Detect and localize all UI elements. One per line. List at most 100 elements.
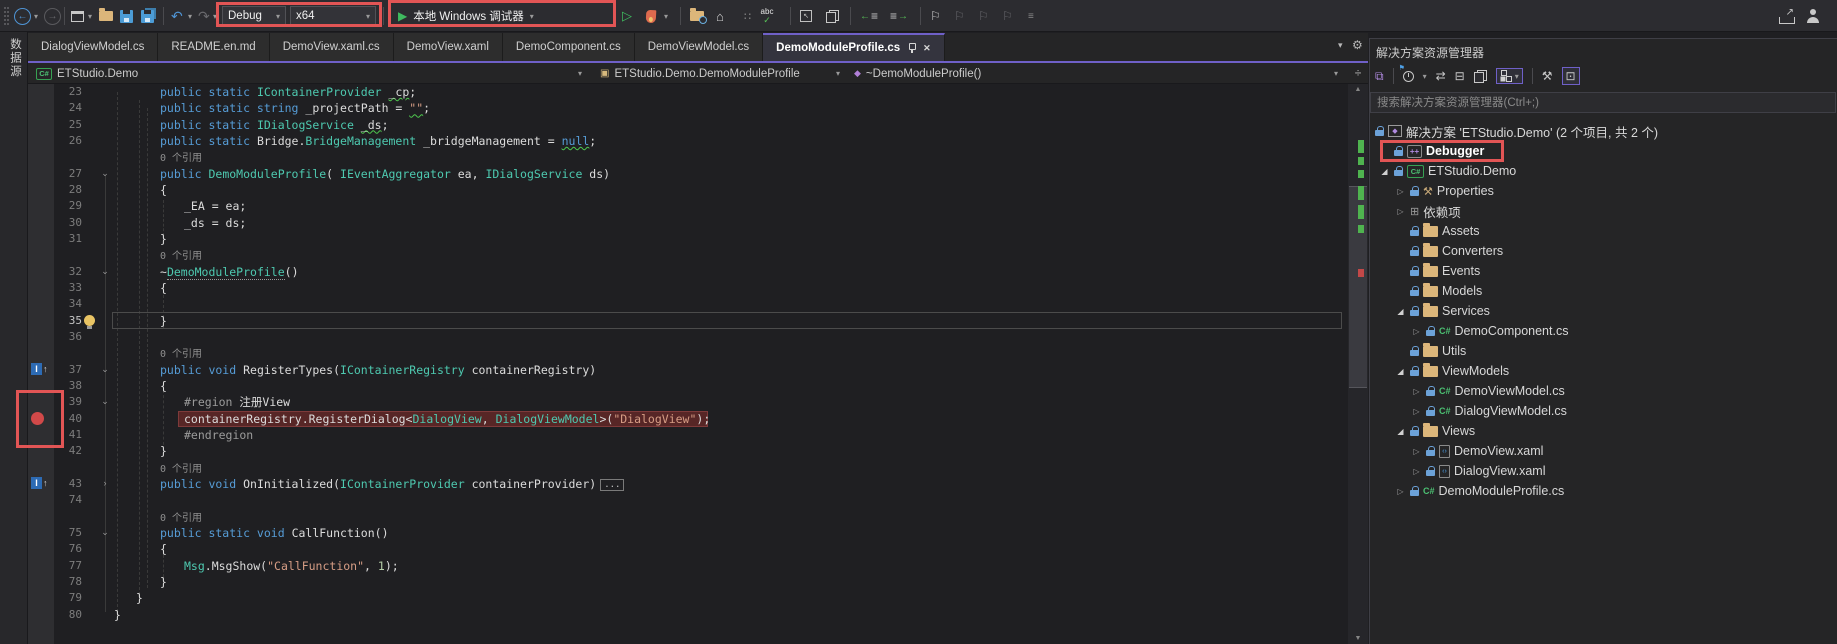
tree-item-DialogViewModel.cs[interactable]: ▷ C# DialogViewModel.cs	[1369, 401, 1836, 421]
lock-icon	[1410, 246, 1419, 256]
pending-changes-filter-icon[interactable]	[1399, 64, 1414, 82]
code-line-76[interactable]: {	[160, 541, 167, 557]
properties-pages-icon[interactable]	[1473, 69, 1487, 83]
line-number: 33	[68, 280, 82, 294]
outline-chevron-open[interactable]: ⌄	[99, 362, 111, 378]
tree-item-label: DemoComponent.cs	[1454, 324, 1569, 338]
expander-collapsed-icon[interactable]: ▷	[1411, 327, 1422, 336]
code-line-29[interactable]: _EA = ea;	[184, 198, 246, 214]
code-editor[interactable]: 23 public static IContainerProvider _cp; 2…	[0, 0, 1346, 644]
code-line-39[interactable]: #region 注册View	[184, 394, 290, 410]
code-line-26[interactable]: public static Bridge.BridgeManagement _b…	[160, 133, 596, 149]
code-line-23[interactable]: public static IContainerProvider _cp;	[160, 84, 416, 100]
code-line-38[interactable]: {	[160, 378, 167, 394]
outline-chevron-open[interactable]: ⌄	[99, 525, 111, 541]
outline-chevron-open[interactable]: ⌄	[99, 394, 111, 410]
expander-collapsed-icon[interactable]: ▷	[1395, 187, 1406, 196]
tree-item-解决方案 'ETStudio.Demo' (2 个项目, 共 2 个)[interactable]: ◆ 解决方案 'ETStudio.Demo' (2 个项目, 共 2 个)	[1369, 121, 1836, 141]
tree-item-ViewModels[interactable]: ◢ ViewModels	[1369, 361, 1836, 381]
dependencies-icon: ⊞	[1410, 205, 1420, 218]
code-line-25[interactable]: public static IDialogService _ds;	[160, 117, 389, 133]
expander-expanded-icon[interactable]: ◢	[1395, 307, 1406, 316]
code-token: containerRegistry)	[464, 362, 597, 377]
code-line-78[interactable]: }	[160, 574, 167, 590]
scroll-up-arrow[interactable]: ▲	[1348, 86, 1368, 93]
switch-views-icon[interactable]: ⧉	[1375, 69, 1384, 84]
code-line-lens[interactable]: 0 个引用	[160, 460, 202, 476]
tree-item-DemoModuleProfile.cs[interactable]: ▷ C# DemoModuleProfile.cs	[1369, 481, 1836, 501]
outline-chevron-closed[interactable]: ›	[99, 476, 111, 492]
code-line-43[interactable]: public void OnInitialized(IContainerProv…	[160, 476, 625, 492]
scroll-down-arrow[interactable]: ▼	[1348, 635, 1368, 642]
tree-item-DemoView.xaml[interactable]: ▷ ‹› DemoView.xaml	[1369, 441, 1836, 461]
split-editor-button[interactable]: ÷	[1350, 65, 1366, 81]
code-line-40[interactable]: containerRegistry.RegisterDialog<DialogV…	[184, 411, 710, 427]
outline-chevron-open[interactable]: ⌄	[99, 166, 111, 182]
expander-expanded-icon[interactable]: ◢	[1379, 167, 1390, 176]
tree-item-DemoComponent.cs[interactable]: ▷ C# DemoComponent.cs	[1369, 321, 1836, 341]
code-line-24[interactable]: public static string _projectPath = "";	[160, 100, 430, 116]
code-token: ;	[423, 101, 431, 116]
lock-icon	[1426, 386, 1435, 396]
code-line-lens[interactable]: 0 个引用	[160, 509, 202, 525]
tree-item-ETStudio.Demo[interactable]: ◢ C# ETStudio.Demo	[1369, 161, 1836, 181]
share-icon[interactable]: ↗	[1779, 7, 1795, 24]
line-number: 23	[68, 85, 82, 98]
tree-item-DialogView.xaml[interactable]: ▷ ‹› DialogView.xaml	[1369, 461, 1836, 481]
tree-item-Services[interactable]: ◢ Services	[1369, 301, 1836, 321]
lightbulb-icon[interactable]	[84, 314, 95, 329]
code-line-32[interactable]: ~DemoModuleProfile()	[160, 264, 299, 280]
code-line-35[interactable]: }	[160, 313, 167, 329]
expander-collapsed-icon[interactable]: ▷	[1395, 207, 1406, 216]
collapsed-region-box[interactable]: ...	[600, 478, 625, 491]
tab-options-gear-icon[interactable]: ⚙	[1352, 38, 1363, 52]
code-token: Bridge.	[256, 133, 306, 148]
code-line-80[interactable]: }	[114, 607, 121, 623]
code-line-41[interactable]: #endregion	[184, 427, 253, 443]
code-token: IContainerProvider	[256, 85, 382, 99]
tree-item-Properties[interactable]: ▷ ⚒ Properties	[1369, 181, 1836, 201]
code-line-30[interactable]: _ds = ds;	[184, 215, 246, 231]
code-line-42[interactable]: }	[160, 443, 167, 459]
expander-collapsed-icon[interactable]: ▷	[1411, 447, 1422, 456]
tree-item-Converters[interactable]: Converters	[1369, 241, 1836, 261]
show-all-files-toggle[interactable]: ▾	[1495, 68, 1523, 84]
preview-selected-items-toggle[interactable]: ⊡	[1561, 67, 1580, 85]
code-line-37[interactable]: public void RegisterTypes(IContainerRegi…	[160, 362, 596, 378]
tree-item-label: DemoView.xaml	[1454, 444, 1544, 458]
code-line-33[interactable]: {	[160, 280, 167, 296]
tree-item-Models[interactable]: Models	[1369, 281, 1836, 301]
code-line-31[interactable]: }	[160, 231, 167, 247]
tree-item-Views[interactable]: ◢ Views	[1369, 421, 1836, 441]
tree-item-DemoViewModel.cs[interactable]: ▷ C# DemoViewModel.cs	[1369, 381, 1836, 401]
code-line-lens[interactable]: 0 个引用	[160, 247, 202, 263]
expander-collapsed-icon[interactable]: ▷	[1411, 407, 1422, 416]
expander-collapsed-icon[interactable]: ▷	[1395, 487, 1406, 496]
expander-collapsed-icon[interactable]: ▷	[1411, 467, 1422, 476]
properties-wrench-icon[interactable]: ⚒	[1542, 69, 1553, 83]
xaml-file-icon: ‹›	[1439, 444, 1450, 458]
tree-item-Utils[interactable]: Utils	[1369, 341, 1836, 361]
code-line-lens[interactable]: 0 个引用	[160, 345, 202, 361]
code-line-lens[interactable]: 0 个引用	[160, 149, 202, 165]
folder-icon	[1423, 222, 1438, 237]
code-line-27[interactable]: public DemoModuleProfile( IEventAggregat…	[160, 166, 610, 182]
sign-in-icon[interactable]	[1806, 9, 1820, 23]
collapse-all-icon[interactable]: ⊟	[1455, 69, 1465, 83]
expander-expanded-icon[interactable]: ◢	[1395, 367, 1406, 376]
tree-item-label: Properties	[1436, 184, 1494, 198]
filter-caret-icon[interactable]: ▾	[1423, 72, 1427, 81]
tree-item-Assets[interactable]: Assets	[1369, 221, 1836, 241]
edit-arrow: ↑	[43, 364, 48, 375]
code-line-77[interactable]: Msg.MsgShow("CallFunction", 1);	[184, 558, 399, 574]
code-line-79[interactable]: }	[136, 590, 143, 606]
outline-chevron-open[interactable]: ⌄	[99, 264, 111, 280]
sync-with-active-document-icon[interactable]: ⇄	[1436, 69, 1446, 83]
expander-expanded-icon[interactable]: ◢	[1395, 427, 1406, 436]
tree-item-依赖项[interactable]: ▷ ⊞ 依赖项	[1369, 201, 1836, 221]
code-line-75[interactable]: public static void CallFunction()	[160, 525, 389, 541]
code-line-28[interactable]: {	[160, 182, 167, 198]
expander-collapsed-icon[interactable]: ▷	[1411, 387, 1422, 396]
tree-item-Events[interactable]: Events	[1369, 261, 1836, 281]
solution-search-input[interactable]	[1370, 92, 1836, 113]
